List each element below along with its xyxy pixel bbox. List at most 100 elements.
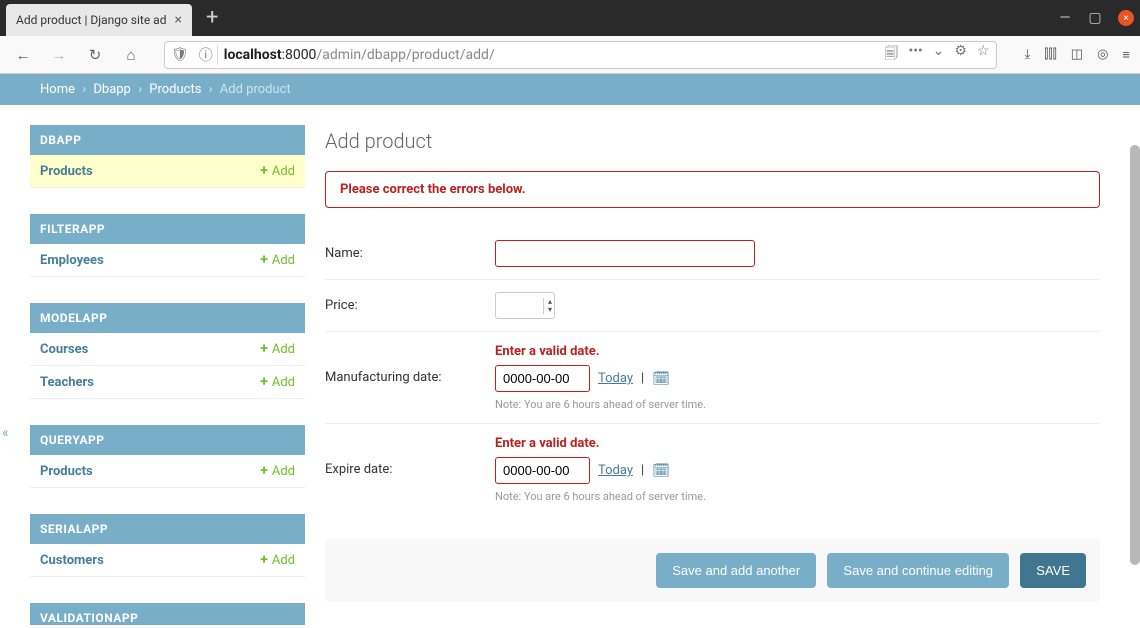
sidebar-item-products-query[interactable]: Products +Add bbox=[30, 455, 305, 488]
save-add-another-button[interactable]: Save and add another bbox=[656, 553, 816, 588]
sidebar-toggle-icon[interactable]: ◫ bbox=[1071, 47, 1083, 63]
exp-today-link[interactable]: Today bbox=[598, 463, 633, 478]
sidebar-item-teachers[interactable]: Teachers +Add bbox=[30, 366, 305, 399]
sidebar-item-label: Teachers bbox=[40, 375, 94, 390]
form-row-mfg-date: Manufacturing date: Enter a valid date. … bbox=[325, 332, 1100, 424]
calendar-icon[interactable]: 🗓 bbox=[652, 463, 670, 479]
separator: | bbox=[641, 371, 644, 386]
sidebar-app-queryapp: QUERYAPP Products +Add bbox=[30, 425, 305, 488]
window-minimize-icon[interactable]: — bbox=[1058, 11, 1072, 25]
add-link[interactable]: +Add bbox=[260, 552, 295, 568]
sidebar-item-customers[interactable]: Customers +Add bbox=[30, 544, 305, 577]
sidebar-app-head[interactable]: MODELAPP bbox=[30, 303, 305, 333]
sidebar-app-head[interactable]: DBAPP bbox=[30, 125, 305, 155]
form-row-exp-date: Expire date: Enter a valid date. Today |… bbox=[325, 424, 1100, 515]
add-link[interactable]: +Add bbox=[260, 252, 295, 268]
error-exp-date: Enter a valid date. bbox=[495, 436, 1100, 451]
save-button[interactable]: SAVE bbox=[1020, 553, 1086, 588]
browser-toolbar: ← → ↻ ⌂ 🛡 ⓘ localhost:8000/admin/dbapp/p… bbox=[0, 36, 1140, 74]
breadcrumb-app[interactable]: Dbapp bbox=[93, 82, 131, 97]
url-text: localhost:8000/admin/dbapp/product/add/ bbox=[224, 47, 495, 63]
separator: | bbox=[641, 463, 644, 478]
reader-mode-icon[interactable]: 🗐 bbox=[885, 43, 899, 67]
add-link[interactable]: +Add bbox=[260, 341, 295, 357]
url-host: localhost bbox=[224, 47, 282, 63]
sidebar-app-head[interactable]: VALIDATIONAPP bbox=[30, 603, 305, 625]
sidebar-app-head[interactable]: SERIALAPP bbox=[30, 514, 305, 544]
reload-button[interactable]: ↻ bbox=[82, 42, 108, 68]
sidebar-item-label: Employees bbox=[40, 253, 104, 268]
submit-row: Save and add another Save and continue e… bbox=[325, 539, 1100, 602]
account-icon[interactable]: ◎ bbox=[1097, 47, 1108, 63]
sidebar-app-head[interactable]: QUERYAPP bbox=[30, 425, 305, 455]
label-price: Price: bbox=[325, 292, 495, 313]
price-stepper[interactable]: ▴▾ bbox=[495, 292, 555, 319]
home-button[interactable]: ⌂ bbox=[118, 42, 144, 68]
sidebar-item-label: Courses bbox=[40, 342, 88, 357]
sidebar-app-filterapp: FILTERAPP Employees +Add bbox=[30, 214, 305, 277]
bookmark-icon[interactable]: ☆ bbox=[977, 43, 990, 67]
sidebar-app-validationapp: VALIDATIONAPP bbox=[30, 603, 305, 625]
label-exp-date: Expire date: bbox=[325, 436, 495, 477]
add-link[interactable]: +Add bbox=[260, 374, 295, 390]
pocket-icon[interactable]: ⌄ bbox=[933, 43, 945, 67]
download-icon[interactable]: ⤓ bbox=[1025, 47, 1031, 63]
window-close-icon[interactable]: × bbox=[1118, 10, 1134, 26]
shield-icon[interactable]: 🛡 bbox=[171, 47, 189, 63]
plus-icon: + bbox=[260, 552, 268, 568]
plus-icon: + bbox=[260, 252, 268, 268]
main-content: Add product Please correct the errors be… bbox=[305, 105, 1140, 625]
exp-date-input[interactable] bbox=[495, 457, 590, 484]
plus-icon: + bbox=[260, 341, 268, 357]
mfg-date-input[interactable] bbox=[495, 365, 590, 392]
forward-button[interactable]: → bbox=[46, 42, 72, 68]
tab-close-icon[interactable]: × bbox=[174, 12, 181, 28]
breadcrumb: Home › Dbapp › Products › Add product bbox=[0, 74, 1140, 105]
url-bar[interactable]: 🛡 ⓘ localhost:8000/admin/dbapp/product/a… bbox=[164, 41, 997, 69]
sidebar-item-employees[interactable]: Employees +Add bbox=[30, 244, 305, 277]
back-button[interactable]: ← bbox=[10, 42, 36, 68]
add-link[interactable]: +Add bbox=[260, 463, 295, 479]
scrollbar-thumb[interactable] bbox=[1130, 145, 1140, 565]
sidebar-collapse-icon[interactable]: « bbox=[2, 425, 9, 441]
menu-icon[interactable]: ≡ bbox=[1122, 47, 1130, 63]
spinner-icon[interactable]: ▴▾ bbox=[543, 298, 552, 314]
error-mfg-date: Enter a valid date. bbox=[495, 344, 1100, 359]
calendar-icon[interactable]: 🗓 bbox=[652, 371, 670, 387]
library-icon[interactable]: ⫿⫿⫿ bbox=[1044, 47, 1056, 63]
url-port: :8000 bbox=[282, 47, 317, 63]
price-input[interactable] bbox=[503, 295, 539, 316]
more-actions-icon[interactable]: ••• bbox=[909, 43, 923, 67]
helptext-exp: Note: You are 6 hours ahead of server ti… bbox=[495, 490, 1100, 503]
label-mfg-date: Manufacturing date: bbox=[325, 344, 495, 385]
browser-tabbar: Add product | Django site ad × + — ▢ × bbox=[0, 0, 1140, 36]
sidebar-item-products[interactable]: Products +Add bbox=[30, 155, 305, 188]
tab-title: Add product | Django site ad bbox=[16, 13, 166, 27]
sidebar-item-courses[interactable]: Courses +Add bbox=[30, 333, 305, 366]
label-name: Name: bbox=[325, 240, 495, 261]
browser-tab[interactable]: Add product | Django site ad × bbox=[6, 4, 192, 36]
sidebar-item-label: Products bbox=[40, 464, 93, 479]
breadcrumb-home[interactable]: Home bbox=[40, 82, 75, 97]
name-input[interactable] bbox=[495, 240, 755, 267]
bug-icon[interactable]: ⚙ bbox=[954, 43, 967, 67]
mfg-today-link[interactable]: Today bbox=[598, 371, 633, 386]
sidebar-app-serialapp: SERIALAPP Customers +Add bbox=[30, 514, 305, 577]
new-tab-button[interactable]: + bbox=[206, 7, 218, 29]
toolbar-right-icons: ⤓ ⫿⫿⫿ ◫ ◎ ≡ bbox=[1025, 47, 1130, 63]
save-continue-button[interactable]: Save and continue editing bbox=[827, 553, 1009, 588]
sidebar-app-modelapp: MODELAPP Courses +Add Teachers +Add bbox=[30, 303, 305, 399]
sidebar-item-label: Products bbox=[40, 164, 93, 179]
sidebar-app-head[interactable]: FILTERAPP bbox=[30, 214, 305, 244]
form-row-price: Price: ▴▾ bbox=[325, 280, 1100, 332]
page-title: Add product bbox=[325, 129, 1100, 153]
add-link[interactable]: +Add bbox=[260, 163, 295, 179]
content: « DBAPP Products +Add FILTERAPP Employee… bbox=[0, 105, 1140, 625]
error-note: Please correct the errors below. bbox=[325, 171, 1100, 208]
window-maximize-icon[interactable]: ▢ bbox=[1088, 11, 1102, 25]
scrollbar[interactable] bbox=[1130, 105, 1140, 625]
info-icon[interactable]: ⓘ bbox=[195, 45, 218, 65]
sidebar-item-label: Customers bbox=[40, 553, 104, 568]
form-row-name: Name: bbox=[325, 228, 1100, 280]
breadcrumb-model[interactable]: Products bbox=[149, 82, 201, 97]
